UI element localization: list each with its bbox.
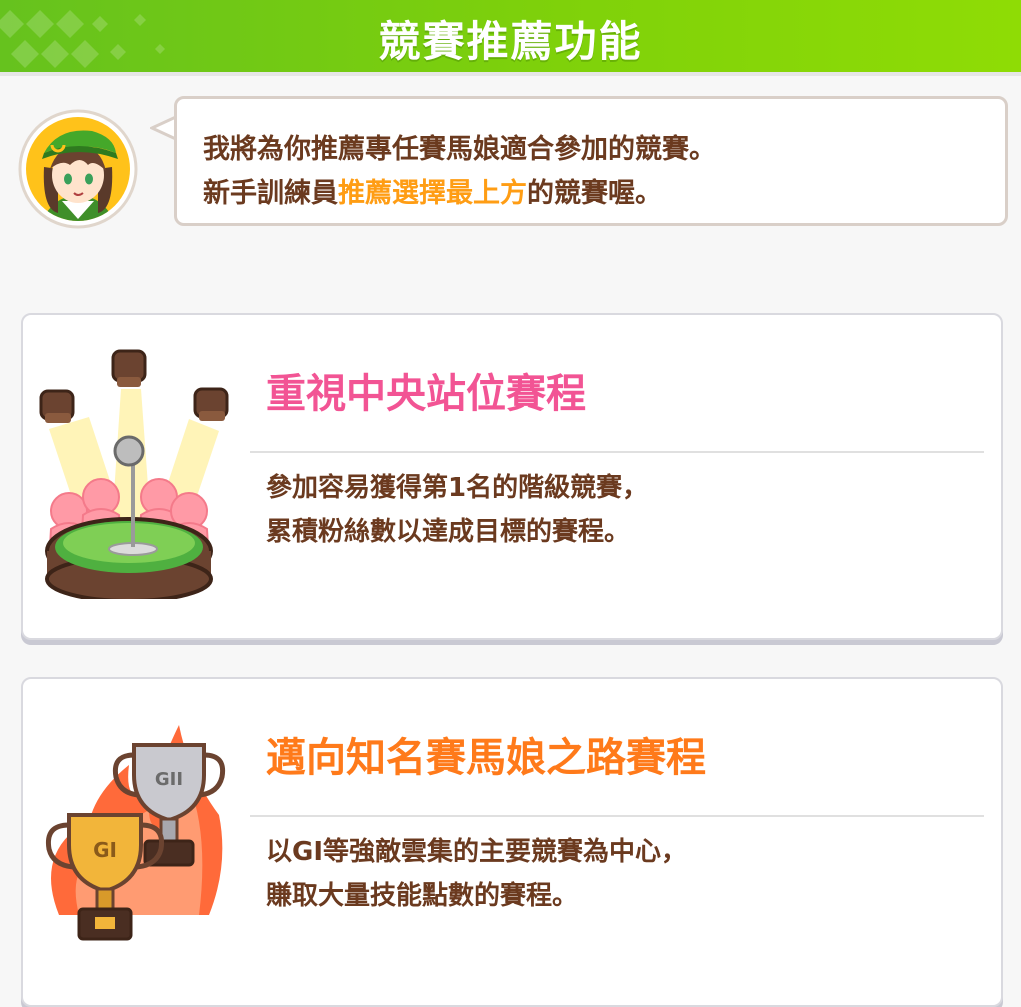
card-title: 重視中央站位賽程 [266, 371, 586, 417]
header-divider [0, 72, 1021, 76]
advisor-highlight-text: 推薦選擇最上方 [338, 178, 527, 209]
advisor-speech-bubble: 我將為你推薦專任賽馬娘適合參加的競賽。 新手訓練員推薦選擇最上方的競賽喔。 [174, 96, 1008, 226]
trophy-label-gii: GII [155, 769, 183, 790]
card-description-line1: 參加容易獲得第1名的階級競賽， [266, 473, 649, 503]
card-description-line1: 以GⅠ等強敵雲集的主要競賽為中心， [266, 837, 688, 867]
card-title: 邁向知名賽馬娘之路賽程 [266, 735, 706, 781]
card-divider [250, 815, 984, 817]
advisor-line2-prefix: 新手訓練員 [203, 178, 338, 209]
page-title: 競賽推薦功能 [378, 17, 643, 66]
trophy-label-gi: GI [93, 838, 117, 862]
advisor-line2-suffix: 的競賽喔。 [527, 178, 662, 209]
card-divider [250, 451, 984, 453]
trophy-icon: GII GI [45, 725, 226, 941]
card-description-line2: 累積粉絲數以達成目標的賽程。 [266, 517, 631, 547]
advisor-message-line1: 我將為你推薦專任賽馬娘適合參加的競賽。 [203, 134, 716, 165]
race-plan-card-center-stage[interactable]: 重視中央站位賽程 參加容易獲得第1名的階級競賽， 累積粉絲數以達成目標的賽程。 [21, 313, 1003, 640]
advisor-avatar [18, 109, 138, 229]
card-description-line2: 賺取大量技能點數的賽程。 [266, 881, 579, 911]
race-plan-card-famous-umamusume[interactable]: GII GI 邁向知名賽馬娘之路賽程 以GⅠ等強敵雲集的主要競賽為中心， 賺取大… [21, 677, 1003, 1007]
advisor-message-line2: 新手訓練員推薦選擇最上方的競賽喔。 [203, 171, 662, 210]
header-bar: 競賽推薦功能 [0, 0, 1021, 72]
stage-microphone-icon [39, 349, 229, 599]
